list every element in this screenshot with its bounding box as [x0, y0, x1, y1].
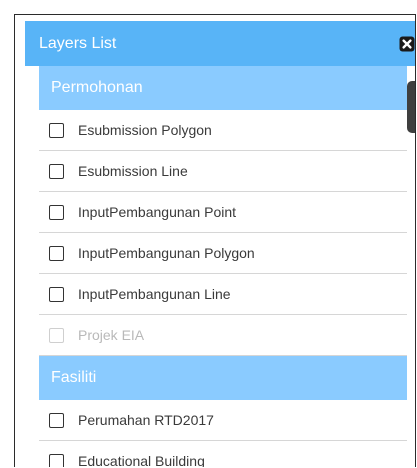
layer-item-inputpembangunan-line[interactable]: InputPembangunan Line	[39, 274, 407, 315]
layer-label: Esubmission Polygon	[78, 122, 212, 138]
layer-checkbox[interactable]	[49, 163, 64, 179]
layer-label: Educational Building	[78, 453, 205, 467]
layers-scroll-area[interactable]: Permohonan Esubmission Polygon Esubmissi…	[39, 66, 407, 467]
scrollbar-thumb[interactable]	[407, 81, 415, 133]
group-header-permohonan[interactable]: Permohonan	[39, 66, 407, 110]
layer-label: InputPembangunan Point	[78, 204, 237, 220]
layer-item-inputpembangunan-polygon[interactable]: InputPembangunan Polygon	[39, 233, 407, 274]
panel-header: Layers List	[25, 21, 415, 66]
layer-label: Perumahan RTD2017	[78, 412, 214, 428]
layer-checkbox[interactable]	[49, 122, 64, 138]
layer-label: InputPembangunan Line	[78, 286, 231, 302]
layer-checkbox[interactable]	[49, 286, 64, 302]
layer-checkbox[interactable]	[49, 204, 64, 220]
layer-label: Esubmission Line	[78, 163, 188, 179]
close-icon[interactable]	[399, 36, 415, 52]
layer-item-inputpembangunan-point[interactable]: InputPembangunan Point	[39, 192, 407, 233]
layer-checkbox[interactable]	[49, 412, 64, 428]
layer-checkbox[interactable]	[49, 453, 64, 467]
layer-label: InputPembangunan Polygon	[78, 245, 255, 261]
layer-item-esubmission-line[interactable]: Esubmission Line	[39, 151, 407, 192]
panel-title: Layers List	[39, 35, 117, 52]
layer-checkbox[interactable]	[49, 245, 64, 261]
layer-item-projek-eia: Projek EIA	[39, 315, 407, 356]
layer-checkbox	[49, 327, 64, 343]
layer-item-perumahan-rtd2017[interactable]: Perumahan RTD2017	[39, 400, 407, 441]
layer-label: Projek EIA	[78, 327, 145, 343]
group-header-fasiliti[interactable]: Fasiliti	[39, 356, 407, 400]
layers-list-panel: Layers List Permohonan Esubmission Polyg…	[14, 14, 416, 467]
layer-item-esubmission-polygon[interactable]: Esubmission Polygon	[39, 110, 407, 151]
layer-item-educational-building[interactable]: Educational Building	[39, 441, 407, 467]
